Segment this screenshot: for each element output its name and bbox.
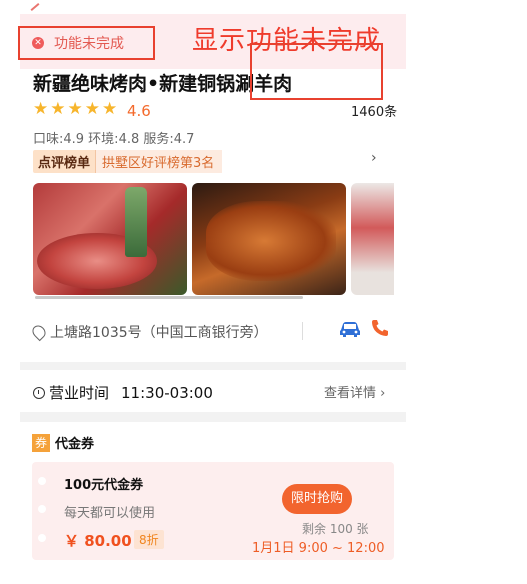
rating-value: 4.6 [127,102,151,120]
clock-icon [33,386,45,399]
sale-time-window: 1月1日 9:00 ~ 12:00 [252,541,385,556]
star-icon: ★ [67,99,83,119]
coupon-tag-icon: 券 [32,433,50,452]
voucher-price: ￥ 80.00 [64,532,132,550]
review-count[interactable]: 1460条 [351,101,397,120]
car-icon[interactable] [338,320,362,338]
view-details-link[interactable]: 查看详情 › [324,382,385,401]
photo-lamb-platter[interactable] [33,183,187,295]
drink-bottle [125,187,147,257]
chevron-right-icon[interactable]: › [371,150,377,166]
star-icon: ★ [50,99,66,119]
business-hours-card[interactable]: 营业时间 11:30-03:00 查看详情 › [20,370,406,412]
location-pin-icon [29,322,49,342]
roast-meat [206,201,336,281]
shop-address[interactable]: 上塘路1035号（中国工商银行旁） [29,322,268,342]
buy-button-highlight [250,43,383,100]
coupon-header: 券 代金券 [32,433,94,452]
star-icon: ★ [84,99,100,119]
carousel-scrollbar[interactable] [35,296,303,299]
rank-badge: 点评榜单 [33,150,96,173]
bullet-dot [38,534,46,542]
ranking-row[interactable]: 点评榜单 拱墅区好评榜第3名 [33,150,223,173]
bullet-dot [38,505,46,513]
half-star-icon: ★ [102,99,118,119]
hours-time: 11:30-03:00 [121,383,213,402]
photo-roast-lamb[interactable] [192,183,346,295]
star-rating: ★ ★ ★ ★ ★ [33,100,117,118]
remaining-count: 剩余 100 张 [302,522,369,536]
rank-text: 拱墅区好评榜第3名 [95,150,223,173]
bullet-dot [38,477,46,485]
sub-scores: 口味:4.9 环境:4.8 服务:4.7 [33,132,195,147]
photo-sliced-meat[interactable] [351,183,394,295]
phone-icon[interactable] [370,318,390,338]
notice-label: 功能未完成 [54,36,124,52]
coupon-section-title: 代金券 [55,437,95,452]
voucher-desc: 每天都可以使用 [64,506,156,521]
flash-sale-button[interactable]: 限时抢购 [282,484,352,514]
business-hours: 营业时间 11:30-03:00 [33,382,213,403]
photo-carousel[interactable] [33,183,394,295]
divider [302,322,303,340]
feature-incomplete-notice[interactable]: ✕ 功能未完成 [18,26,155,60]
voucher-title: 100元代金券 [64,478,144,493]
close-circle-icon[interactable]: ✕ [32,37,44,49]
discount-badge: 8折 [134,530,164,549]
hours-label: 营业时间 [49,384,110,402]
address-text: 上塘路1035号（中国工商银行旁） [50,325,268,341]
star-icon: ★ [33,99,49,119]
